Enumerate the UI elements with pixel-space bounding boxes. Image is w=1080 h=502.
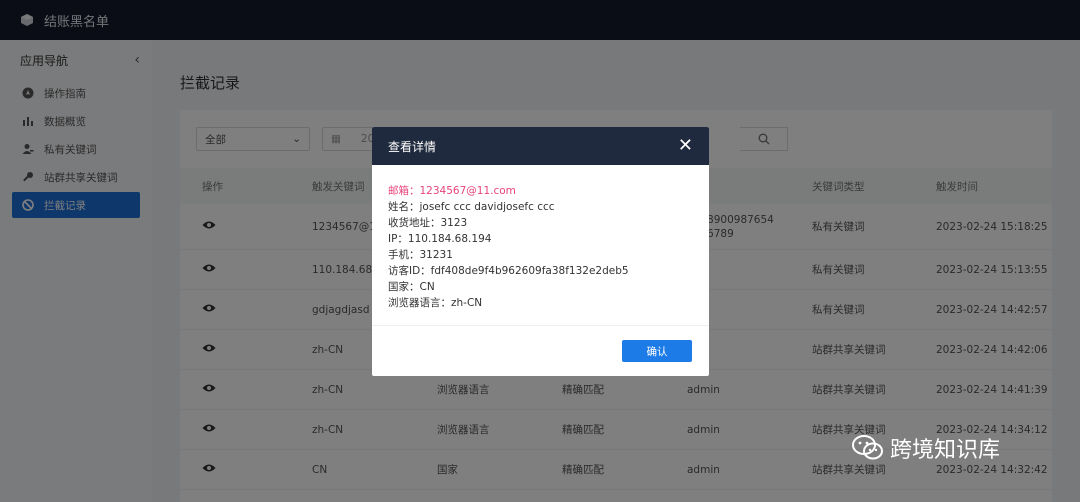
close-icon[interactable]: ✕ xyxy=(678,137,693,155)
modal-footer: 确认 xyxy=(372,326,709,376)
detail-address: 收货地址：3123 xyxy=(388,217,468,229)
detail-name: 姓名：josefc ccc davidjosefc ccc xyxy=(388,201,555,213)
detail-country: 国家：CN xyxy=(388,281,435,293)
modal-body: 邮箱：1234567@11.com 姓名：josefc ccc davidjos… xyxy=(372,165,709,326)
detail-phone: 手机：31231 xyxy=(388,249,453,261)
modal-header: 查看详情 ✕ xyxy=(372,127,709,165)
confirm-button[interactable]: 确认 xyxy=(622,340,692,362)
detail-visitor-id: 访客ID：fdf408de9f4b962609fa38f132e2deb5 xyxy=(388,265,629,277)
detail-email: 邮箱：1234567@11.com xyxy=(388,185,516,197)
wechat-icon xyxy=(852,435,883,460)
watermark-text: 跨境知识库 xyxy=(890,438,1001,463)
detail-ip: IP：110.184.68.194 xyxy=(388,233,492,245)
detail-browser-lang: 浏览器语言：zh-CN xyxy=(388,297,483,309)
modal-title: 查看详情 xyxy=(388,139,437,154)
watermark: 跨境知识库 xyxy=(852,432,1000,464)
details-modal: 查看详情 ✕ 邮箱：1234567@11.com 姓名：josefc ccc d… xyxy=(372,127,709,376)
